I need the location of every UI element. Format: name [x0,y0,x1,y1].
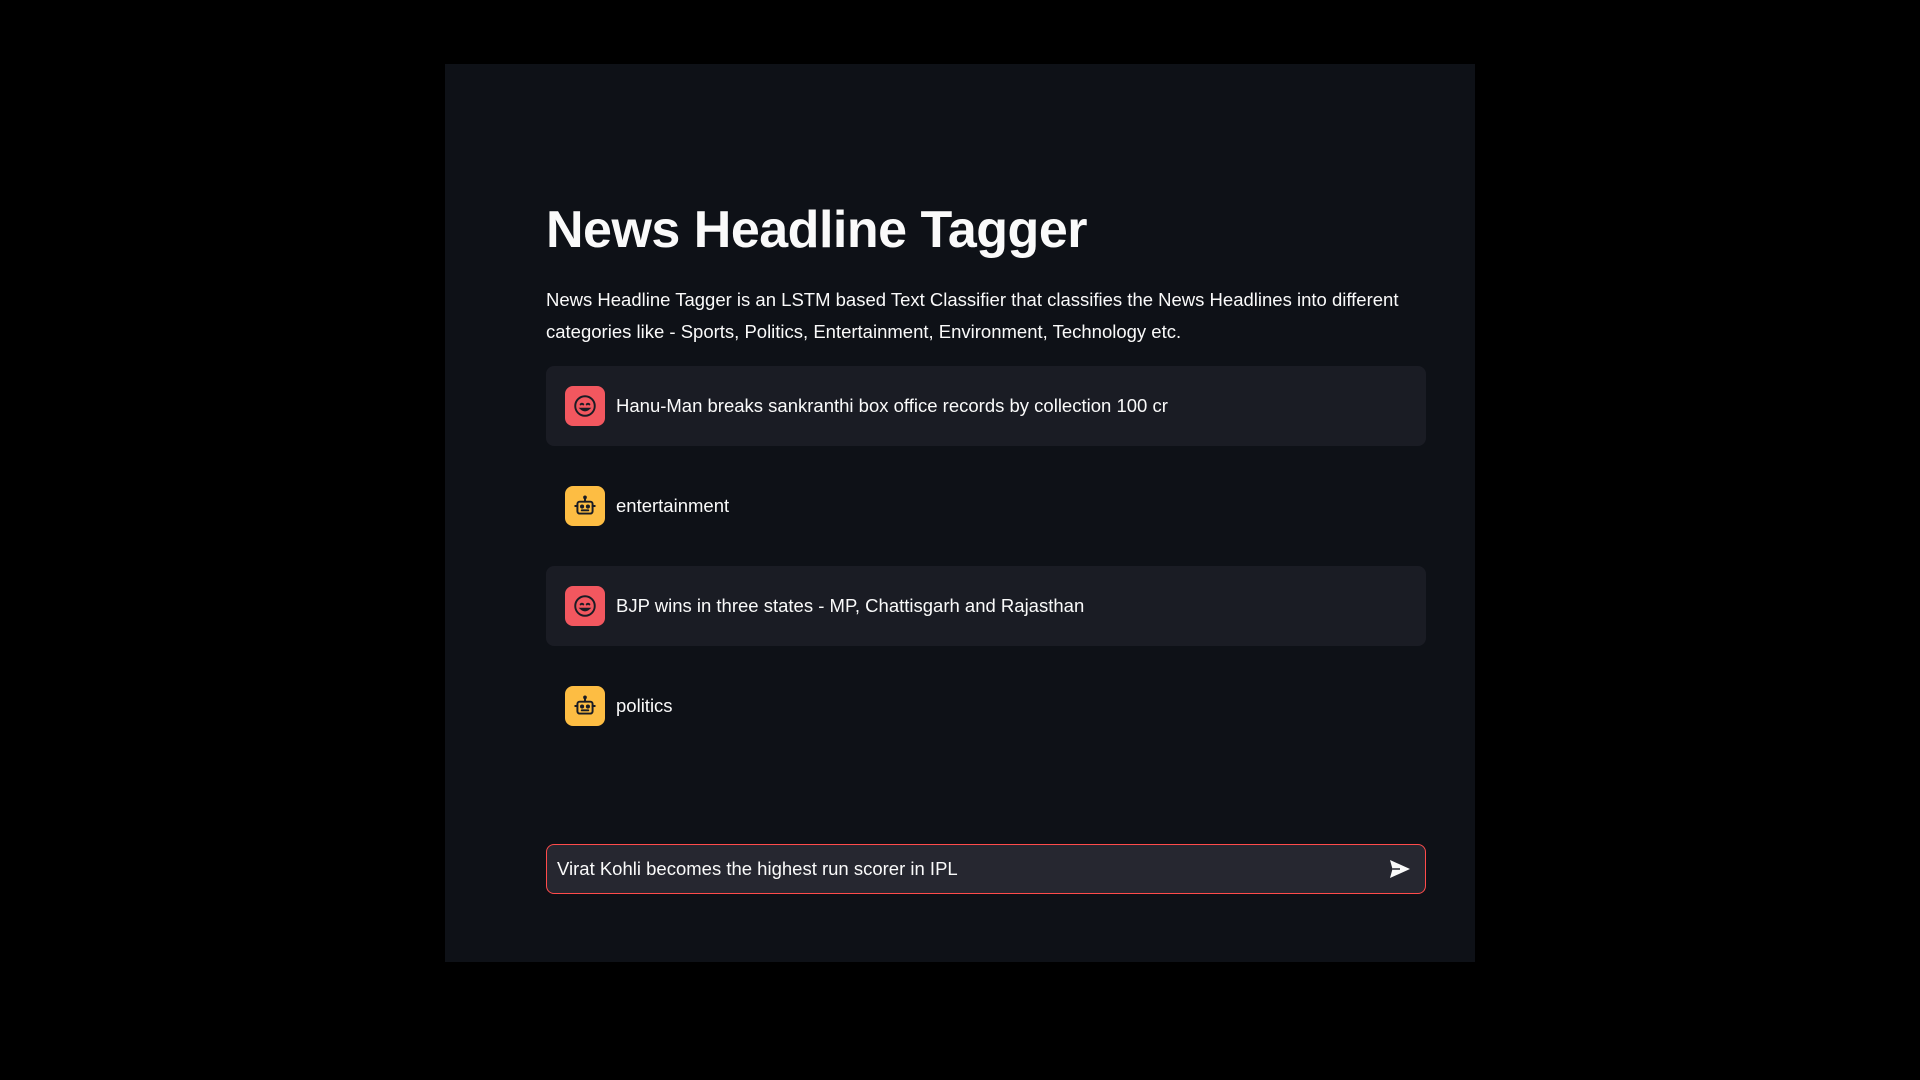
chat-message-assistant: politics [546,666,1426,746]
chat-message-text: BJP wins in three states - MP, Chattisga… [616,595,1085,616]
user-avatar [565,586,605,626]
chat-message-user: Hanu-Man breaks sankranthi box office re… [546,366,1426,446]
send-button[interactable] [1385,854,1415,884]
page-title: News Headline Tagger [546,201,1087,259]
robot-icon [574,495,596,515]
assistant-avatar [565,486,605,526]
smiley-face-icon [574,595,596,617]
chat-input-container[interactable]: Virat Kohli becomes the highest run scor… [546,844,1426,894]
chat-message-user: BJP wins in three states - MP, Chattisga… [546,566,1426,646]
chat-message-text: entertainment [616,495,730,516]
user-avatar [565,386,605,426]
app-frame: News Headline Tagger News Headline Tagge… [445,64,1475,962]
smiley-face-icon [574,395,596,417]
page-description: News Headline Tagger is an LSTM based Te… [546,289,1399,342]
chat-input[interactable]: Virat Kohli becomes the highest run scor… [557,845,1357,893]
send-icon [1390,860,1410,878]
chat-message-assistant: entertainment [546,466,1426,546]
chat-message-text: politics [616,695,673,716]
robot-icon [574,695,596,715]
chat-message-text: Hanu-Man breaks sankranthi box office re… [616,395,1168,416]
assistant-avatar [565,686,605,726]
